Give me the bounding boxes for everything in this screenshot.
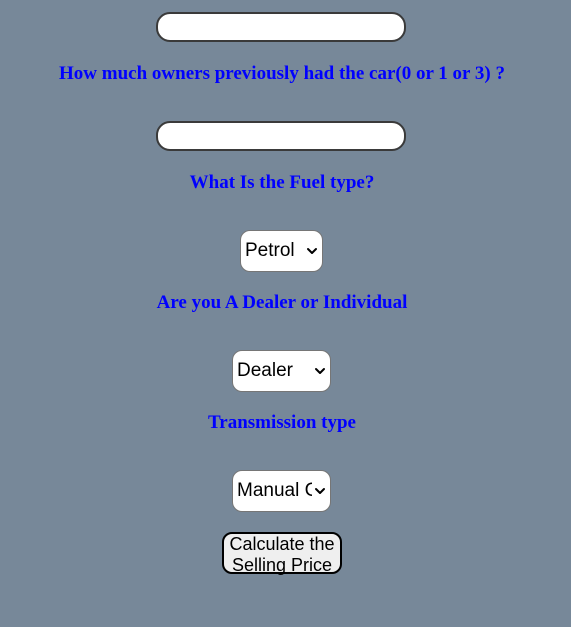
fuel-type-select[interactable]: Petrol bbox=[240, 230, 323, 272]
transmission-type-select[interactable]: Manual Car bbox=[232, 470, 331, 512]
chevron-down-icon bbox=[315, 368, 325, 374]
fuel-type-selected-value: Petrol bbox=[245, 240, 295, 261]
transmission-selected-value: Manual Car bbox=[237, 480, 312, 501]
chevron-down-icon bbox=[315, 488, 325, 494]
seller-type-selected-value: Dealer bbox=[237, 360, 293, 381]
owners-input[interactable] bbox=[156, 121, 406, 151]
chevron-down-icon bbox=[307, 248, 317, 254]
seller-type-select[interactable]: Dealer bbox=[232, 350, 331, 392]
owners-question-label: How much owners previously had the car(0… bbox=[59, 63, 505, 84]
calculate-selling-price-button[interactable] bbox=[222, 532, 342, 574]
seller-type-question-label: Are you A Dealer or Individual bbox=[156, 292, 408, 313]
fuel-type-question-label: What Is the Fuel type? bbox=[189, 172, 375, 193]
transmission-question-label: Transmission type bbox=[208, 412, 356, 433]
top-text-input[interactable] bbox=[156, 12, 406, 42]
